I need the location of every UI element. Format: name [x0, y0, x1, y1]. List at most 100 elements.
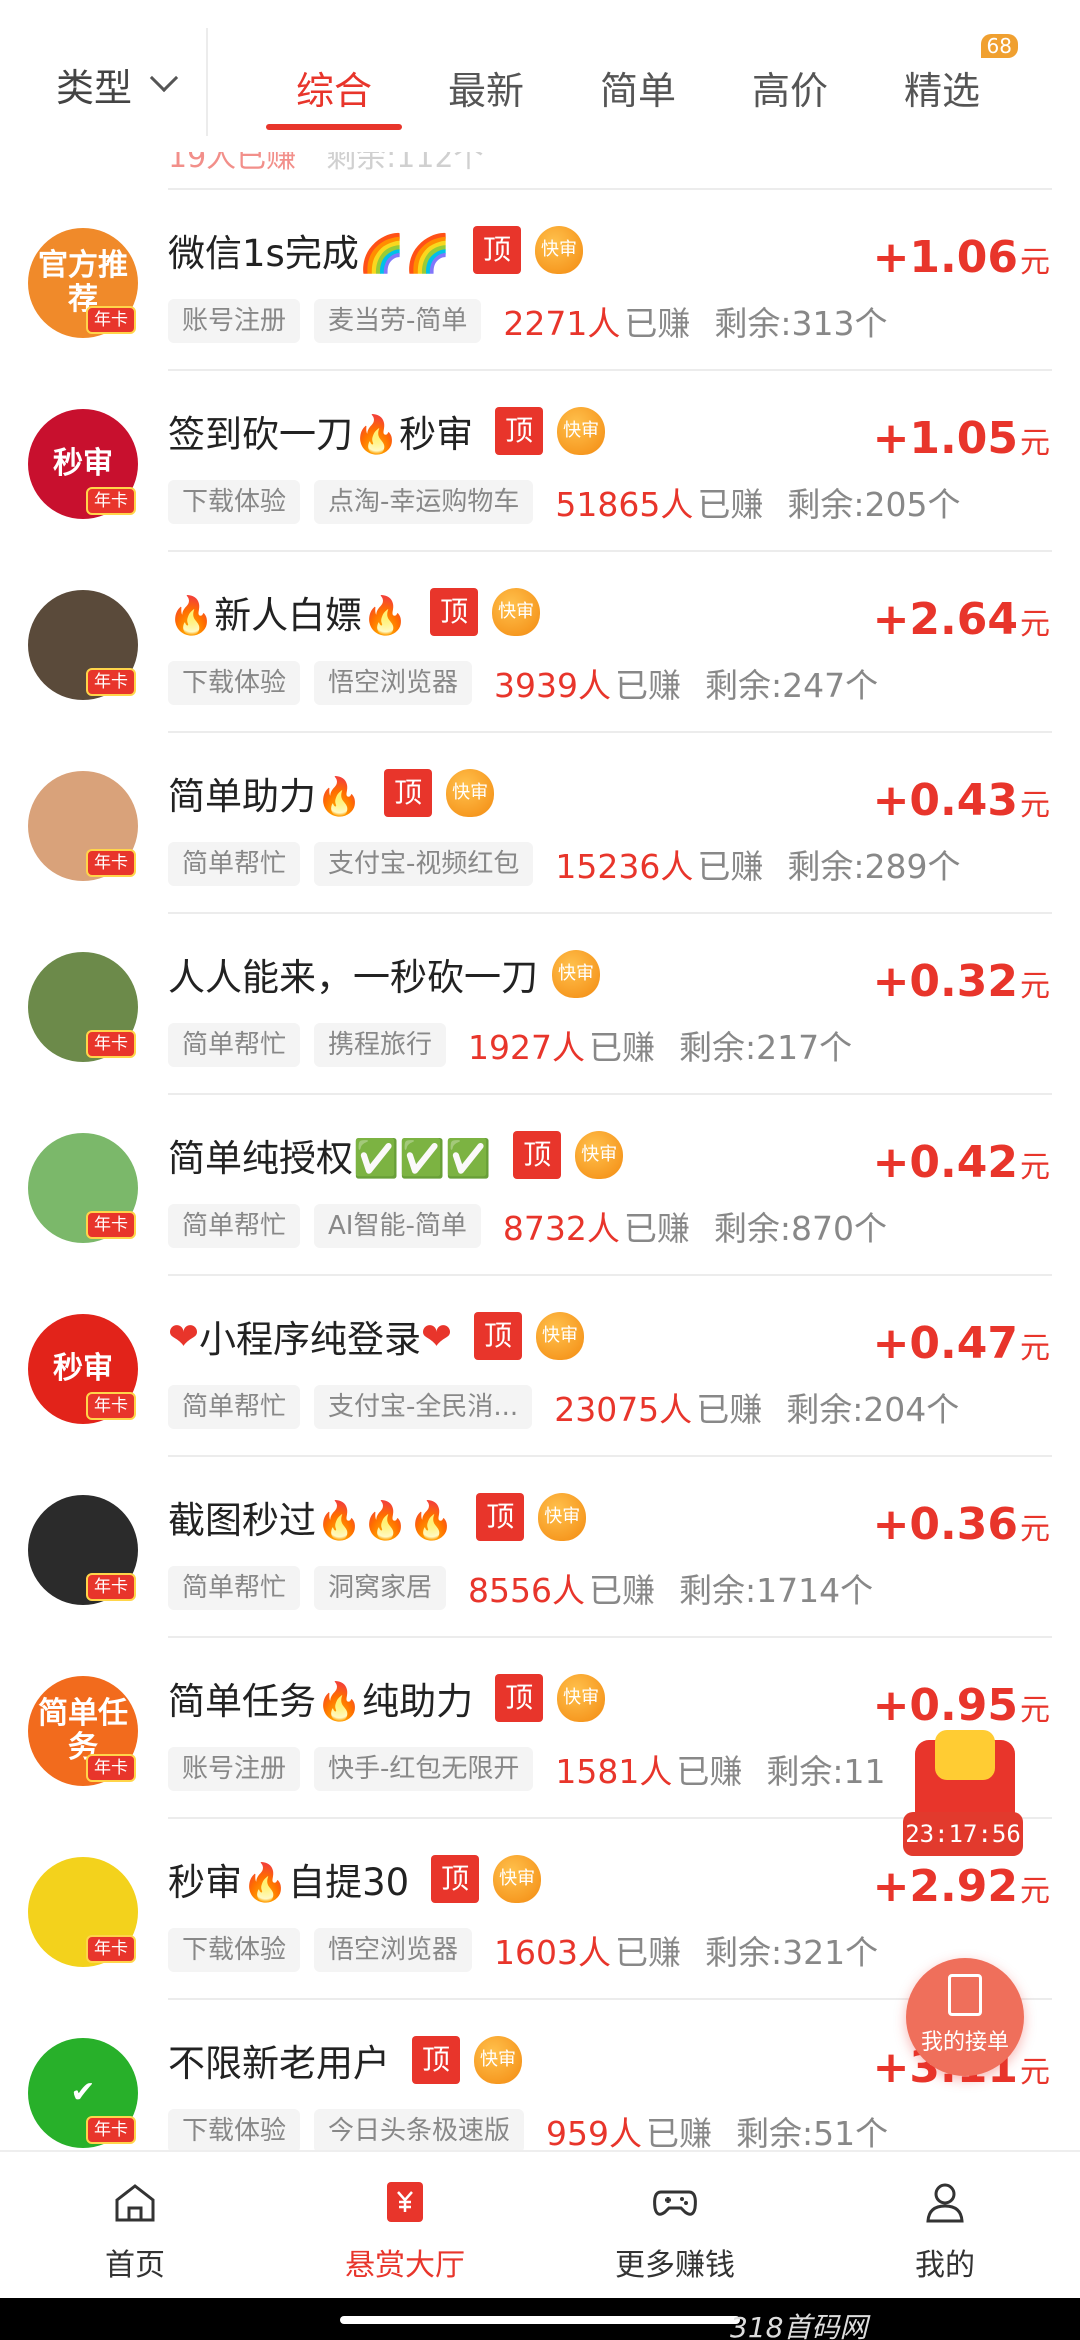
nav-mine[interactable]: 我的	[810, 2152, 1080, 2298]
nav-home[interactable]: 首页	[0, 2152, 270, 2298]
pinned-badge: 顶	[472, 226, 521, 274]
reward-price: +0.42元	[872, 1137, 1050, 1188]
nav-reward-hall[interactable]: 悬赏大厅	[270, 2152, 540, 2298]
heart-icon: ❤	[168, 1314, 200, 1358]
divider	[168, 550, 1052, 552]
task-row[interactable]: 年卡 🔥新人白嫖🔥 顶快审 下载体验 悟空浏览器 3939人 已赚 剩余:247个 +2.64元	[0, 550, 1080, 731]
reward-price: +2.92元	[872, 1861, 1050, 1912]
task-row[interactable]: 年卡 人人能来，一秒砍一刀 快审 简单帮忙 携程旅行 1927人 已赚 剩余:217个 +0.3…	[0, 912, 1080, 1093]
countdown-timer: 23:17:56	[903, 1812, 1023, 1856]
annual-card-badge: 年卡	[86, 1754, 136, 1782]
remaining-count: 剩余:870个	[713, 1209, 887, 1248]
task-app-chip: 快手-红包无限开	[314, 1747, 534, 1791]
reward-hall-icon	[387, 2182, 423, 2222]
task-row[interactable]: 年卡 简单助力🔥 顶快审 简单帮忙 支付宝-视频红包 15236人 已赚 剩余:289个 +0.…	[0, 731, 1080, 912]
bottom-navigation: 首页 悬赏大厅 更多赚钱 我的	[0, 2150, 1080, 2298]
earned-label: 已赚	[696, 1390, 763, 1429]
reward-price: +0.95元	[872, 1680, 1050, 1731]
task-row[interactable]: 秒审 年卡 ❤ 小程序纯登录 ❤ 顶快审 简单帮忙 支付宝-全民消... 23075人 已赚 剩余:…	[0, 1274, 1080, 1455]
earned-count: 1581人	[555, 1752, 673, 1791]
pinned-badge: 顶	[476, 1493, 525, 1541]
earned-label: 已赚	[615, 1933, 682, 1972]
task-title-text: 人人能来，一秒砍一刀	[168, 956, 538, 999]
task-title: 人人能来，一秒砍一刀 快审	[168, 948, 600, 1000]
task-row[interactable]: 年卡 简单纯授权✅✅✅ 顶快审 简单帮忙 AI智能-简单 8732人 已赚 剩余:870个 +0…	[0, 1093, 1080, 1274]
divider	[168, 1636, 1052, 1638]
pinned-badge: 顶	[431, 1855, 480, 1903]
task-title-text: 截图秒过🔥🔥🔥	[168, 1499, 455, 1542]
heart-icon: ❤	[421, 1314, 453, 1358]
fast-review-badge: 快审	[557, 407, 606, 455]
pinned-badge: 顶	[384, 769, 433, 817]
task-app-chip: 洞窝家居	[314, 1566, 447, 1610]
remaining-count: 剩余:289个	[787, 847, 961, 886]
task-meta: 简单帮忙 AI智能-简单 8732人 已赚 剩余:870个	[168, 1203, 887, 1249]
watermark: 318首码网 www.e318.com	[730, 2311, 868, 2340]
task-meta: 简单帮忙 洞窝家居 8556人 已赚 剩余:1714个	[168, 1565, 873, 1611]
task-app-chip: 今日头条极速版	[314, 2109, 525, 2150]
earned-count: 1927人	[468, 1028, 586, 1067]
featured-count-badge: 68	[980, 34, 1018, 58]
reward-price: +0.32元	[872, 956, 1050, 1007]
task-meta: 账号注册 快手-红包无限开 1581人 已赚 剩余:11	[168, 1746, 886, 1792]
pinned-badge: 顶	[474, 1312, 523, 1360]
task-title: ❤ 小程序纯登录 ❤ 顶快审	[168, 1310, 585, 1362]
my-orders-button[interactable]: 我的接单	[906, 1958, 1024, 2076]
task-row[interactable]: 官方推荐 年卡 微信1s完成🌈🌈 顶快审 账号注册 麦当劳-简单 2271人 已赚 剩余:313…	[0, 188, 1080, 369]
nav-more-earning[interactable]: 更多赚钱	[540, 2152, 810, 2298]
task-category-chip: 下载体验	[168, 661, 301, 705]
reward-price: +1.06元	[872, 232, 1050, 283]
tab-comprehensive[interactable]: 综合	[258, 52, 410, 142]
task-title-text: 微信1s完成🌈🌈	[168, 232, 451, 275]
fast-review-badge: 快审	[557, 1674, 606, 1722]
top-filter-bar: 类型 综合 最新 简单 高价 精选 68	[0, 0, 1080, 152]
divider	[168, 369, 1052, 371]
annual-card-badge: 年卡	[86, 1935, 136, 1963]
type-filter-dropdown[interactable]: 类型	[56, 56, 179, 112]
remaining-count: 剩余:204个	[786, 1390, 960, 1429]
task-title: 微信1s完成🌈🌈 顶快审	[168, 224, 583, 276]
earned-count: 3939人	[494, 666, 612, 705]
task-meta: 简单帮忙 支付宝-全民消... 23075人 已赚 剩余:204个	[168, 1384, 959, 1430]
task-title-text: 小程序纯登录	[199, 1318, 422, 1361]
tab-high-price[interactable]: 高价	[714, 52, 866, 142]
gamepad-icon	[653, 2190, 697, 2216]
fast-review-badge: 快审	[493, 1855, 542, 1903]
task-category-chip: 账号注册	[168, 1747, 301, 1791]
annual-card-badge: 年卡	[86, 1211, 136, 1239]
task-row[interactable]: 年卡 截图秒过🔥🔥🔥 顶快审 简单帮忙 洞窝家居 8556人 已赚 剩余:1714个 +0.36…	[0, 1455, 1080, 1636]
task-row[interactable]: 秒审 年卡 签到砍一刀🔥秒审顶快审 下载体验 点淘-幸运购物车 51865人 已赚 剩余:20…	[0, 369, 1080, 550]
divider	[168, 731, 1052, 733]
home-indicator[interactable]	[340, 2316, 740, 2324]
task-app-chip: 点淘-幸运购物车	[314, 480, 534, 524]
pinned-badge: 顶	[412, 2036, 460, 2084]
task-app-chip: 携程旅行	[314, 1023, 447, 1067]
annual-card-badge: 年卡	[86, 1573, 136, 1601]
reward-price: +0.43元	[872, 775, 1050, 826]
fast-review-badge: 快审	[536, 1312, 585, 1360]
earned-label: 已赚	[624, 304, 691, 343]
earned-label: 已赚	[676, 1752, 743, 1791]
task-title-text: 简单任务🔥纯助力	[168, 1680, 474, 1723]
task-category-chip: 下载体验	[168, 480, 301, 524]
task-meta: 下载体验 悟空浏览器 3939人 已赚 剩余:247个	[168, 660, 878, 706]
annual-card-badge: 年卡	[86, 306, 136, 334]
earned-label: 已赚	[697, 847, 764, 886]
fast-review-badge: 快审	[492, 588, 541, 636]
earned-count: 51865人	[555, 485, 694, 524]
chevron-down-icon	[149, 63, 179, 93]
task-meta: 下载体验 今日头条极速版 959人 已赚 剩余:51个	[168, 2108, 888, 2150]
task-category-chip: 下载体验	[168, 2109, 301, 2150]
divider	[168, 1455, 1052, 1457]
annual-card-badge: 年卡	[86, 849, 136, 877]
task-category-chip: 简单帮忙	[168, 842, 301, 886]
tab-featured[interactable]: 精选 68	[866, 34, 1018, 142]
remaining-count: 剩余:247个	[705, 666, 879, 705]
divider	[206, 28, 208, 136]
tab-simple[interactable]: 简单	[562, 52, 714, 142]
tab-latest[interactable]: 最新	[410, 52, 562, 142]
task-category-chip: 简单帮忙	[168, 1385, 301, 1429]
task-title: 🔥新人白嫖🔥 顶快审	[168, 586, 541, 638]
pinned-badge: 顶	[430, 588, 479, 636]
task-title: 简单任务🔥纯助力顶快审	[168, 1672, 606, 1724]
